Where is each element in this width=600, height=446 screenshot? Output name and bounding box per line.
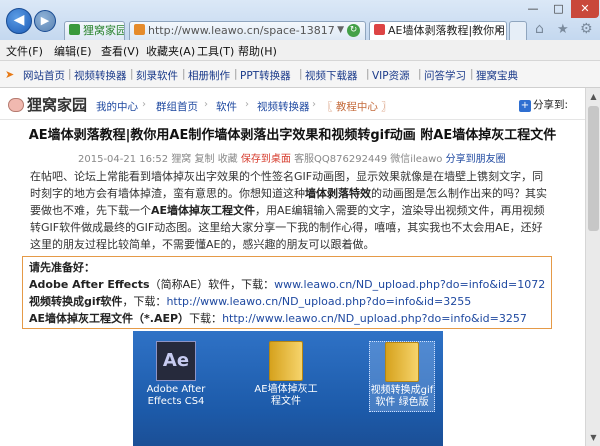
gif-download-link[interactable]: http://www.leawo.cn/ND_upload.php?do=inf…: [166, 295, 471, 308]
tab-label: 狸窝家园: [83, 24, 125, 37]
menu-favorites[interactable]: 收藏夹(A): [146, 43, 195, 59]
scroll-down-icon[interactable]: ▼: [587, 431, 600, 444]
prep-heading: 请先准备好：: [29, 261, 95, 274]
share-button[interactable]: + 分享到:: [519, 97, 568, 112]
menu-view[interactable]: 查看(V): [101, 43, 139, 59]
menu-file[interactable]: 文件(F): [6, 43, 43, 59]
folder-icon: [269, 341, 303, 381]
new-tab-button[interactable]: [509, 21, 527, 40]
leawo-favicon-icon: [69, 24, 80, 35]
maximize-button[interactable]: □: [546, 0, 571, 18]
address-bar[interactable]: http://www.leawo.cn/space-13817 ▼ ↻: [129, 21, 366, 40]
article-title: AE墙体剥落教程|教你用AE制作墙体剥落出字效果和视频转gif动画 附AE墙体掉…: [28, 128, 557, 143]
page-content: 狸窝家园 我的中心 › 群组首页 › 软件 › 视频转换器 › 〖 教程中心 〗…: [0, 88, 585, 446]
close-window-button[interactable]: ✕: [571, 0, 599, 18]
breadcrumb-group-home[interactable]: 群组首页: [156, 99, 198, 114]
fav-link-qa[interactable]: 问答学习: [424, 68, 466, 83]
plus-icon: +: [519, 100, 531, 112]
contact-info: 客服QQ876292449 微信ileawo: [294, 154, 443, 165]
prep-line-aep: AE墙体掉灰工程文件（*.AEP）下载：http://www.leawo.cn/…: [29, 312, 527, 325]
arrow-left-icon: ◀: [13, 12, 25, 28]
mascot-icon: [8, 98, 24, 112]
vertical-scrollbar[interactable]: ▲ ▼: [585, 88, 600, 446]
collect-link[interactable]: 收藏: [218, 154, 238, 165]
dropdown-arrow-icon[interactable]: ▼: [337, 22, 344, 39]
back-button[interactable]: ◀: [6, 8, 32, 34]
menu-help[interactable]: 帮助(H): [238, 43, 277, 59]
article-paragraph: 在帖吧、论坛上常能看到墙体掉灰出字效果的个性签名GIF动画图，显示效果就像是在墙…: [30, 170, 547, 251]
breadcrumb-software[interactable]: 软件: [216, 99, 237, 114]
share-moments-link[interactable]: 分享到朋友圈: [446, 154, 506, 165]
menu-edit[interactable]: 编辑(E): [54, 43, 92, 59]
logo-text: 狸窝家园: [27, 96, 88, 114]
minimize-button[interactable]: —: [520, 0, 546, 18]
author-link[interactable]: 狸窝: [171, 154, 191, 165]
star-icon[interactable]: ★: [557, 22, 569, 37]
aep-download-link[interactable]: http://www.leawo.cn/ND_upload.php?do=inf…: [222, 312, 527, 325]
fav-link-video-converter[interactable]: 视频转换器: [74, 68, 127, 83]
desktop-screenshot: Ae Adobe After Effects CS4 AE墙体掉灰工程文件 视频…: [133, 331, 443, 446]
menu-bar: 文件(F) 编辑(E) 查看(V) 收藏夹(A) 工具(T) 帮助(H): [0, 40, 600, 61]
ae-download-link[interactable]: www.leawo.cn/ND_upload.php?do=info&id=10…: [274, 278, 545, 291]
close-tab-icon[interactable]: ✕: [494, 22, 503, 39]
prep-line-gif: 视频转换成gif软件，下载：http://www.leawo.cn/ND_upl…: [29, 295, 472, 308]
breadcrumb-video-converter[interactable]: 视频转换器: [257, 99, 310, 114]
save-to-desktop-link[interactable]: 保存到桌面: [241, 154, 291, 165]
fav-link-video-downloader[interactable]: 视频下载器: [305, 68, 358, 83]
copy-link[interactable]: 复制: [195, 154, 215, 165]
desktop-icon-aep-folder: AE墙体掉灰工程文件: [253, 341, 319, 408]
fav-link-ppt[interactable]: PPT转换器: [240, 68, 291, 83]
menu-tools[interactable]: 工具(T): [197, 43, 234, 59]
favorites-bar: ➤ 网站首页 | 视频转换器 | 刻录软件 | 相册制作 | PPT转换器 | …: [0, 61, 600, 88]
article-meta: 2015-04-21 16:52 狸窝 复制 收藏 保存到桌面 客服QQ8762…: [78, 150, 506, 165]
breadcrumb-tutorial-center[interactable]: 〖 教程中心 〗: [322, 99, 392, 114]
tab-leawo-home[interactable]: 狸窝家园证: [64, 21, 125, 40]
fav-link-guide[interactable]: 狸窝宝典: [476, 68, 518, 83]
breadcrumb-my-center[interactable]: 我的中心: [96, 99, 138, 114]
tab-label: AE墙体剥落教程|教你用...: [388, 24, 507, 37]
gear-icon[interactable]: ⚙: [580, 21, 593, 37]
folder-icon: [385, 342, 419, 382]
fav-link-burning[interactable]: 刻录软件: [136, 68, 178, 83]
page-favicon-icon: [374, 24, 385, 35]
post-date: 2015-04-21 16:52: [78, 154, 169, 165]
scroll-thumb[interactable]: [588, 106, 599, 231]
breadcrumb-bar: 狸窝家园 我的中心 › 群组首页 › 软件 › 视频转换器 › 〖 教程中心 〗…: [0, 88, 585, 120]
home-icon[interactable]: ⌂: [535, 21, 544, 37]
fav-link-album[interactable]: 相册制作: [188, 68, 230, 83]
site-logo[interactable]: 狸窝家园: [8, 94, 87, 115]
arrow-right-icon: ▶: [40, 14, 50, 27]
fav-link-home[interactable]: 网站首页: [23, 68, 65, 83]
desktop-icon-ae: Ae Adobe After Effects CS4: [143, 341, 209, 408]
fav-link-vip[interactable]: VIP资源: [372, 68, 410, 83]
desktop-icon-gif-folder: 视频转换成gif软件 绿色版: [369, 341, 435, 412]
site-favicon-icon: [134, 24, 145, 35]
refresh-icon[interactable]: ↻: [347, 24, 360, 37]
address-text[interactable]: http://www.leawo.cn/space-13817: [148, 24, 335, 37]
forward-button[interactable]: ▶: [34, 10, 56, 32]
arrow-icon: ➤: [5, 68, 15, 81]
after-effects-icon: Ae: [156, 341, 196, 381]
tab-current-article[interactable]: AE墙体剥落教程|教你用... ✕: [369, 21, 507, 41]
prep-line-ae: Adobe After Effects（简称AE）软件，下载：www.leawo…: [29, 278, 546, 291]
prep-box: 请先准备好： Adobe After Effects（简称AE）软件，下载：ww…: [22, 256, 552, 329]
scroll-up-icon[interactable]: ▲: [587, 90, 600, 103]
